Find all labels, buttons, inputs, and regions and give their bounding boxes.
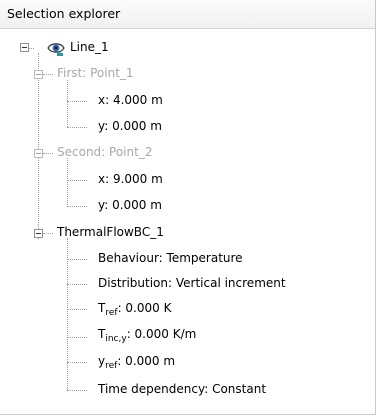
y-ref-value: : 0.000 m [117,354,176,368]
tree-connector [67,180,87,181]
tree-connector [67,309,87,310]
eye-icon[interactable] [47,40,65,56]
tree-connector [67,101,87,102]
tree-connector [67,238,68,390]
t-ref-subscript: ref [105,308,118,318]
tree-item-thermal-flow-bc[interactable]: ThermalFlowBC_1 [57,225,164,239]
tree-item-second-y[interactable]: y: 0.000 m [98,198,162,212]
tree-connector [67,206,87,207]
tree-item-line-1[interactable]: Line_1 [70,40,109,54]
tree-connector [67,158,68,205]
tree-connector [67,362,87,363]
tree-connector [38,53,39,239]
tree-item-y-ref[interactable]: yref: 0.000 m [98,354,175,371]
tree-connector [67,127,87,128]
collapse-toggle-second-point[interactable] [34,149,43,158]
panel-title: Selection explorer [7,6,121,21]
t-inc-subscript: inc,y [105,334,127,344]
tree-item-distribution[interactable]: Distribution: Vertical increment [98,276,286,290]
t-inc-value: : 0.000 K/m [126,327,197,341]
collapse-toggle-thermal-flow-bc[interactable] [34,229,43,238]
tree-connector [67,259,87,260]
collapse-toggle-line-1[interactable] [20,43,29,52]
tree-item-first-x[interactable]: x: 4.000 m [98,93,163,107]
tree-connector [67,80,68,127]
tree-connector [43,153,53,154]
tree-item-t-ref[interactable]: Tref: 0.000 K [98,301,171,318]
panel-header: Selection explorer [0,0,376,29]
tree-connector [43,233,53,234]
tree-item-second-point[interactable]: Second: Point_2 [57,145,152,159]
tree-item-first-y[interactable]: y: 0.000 m [98,119,162,133]
tree-connector [67,284,87,285]
tree-item-t-inc-y[interactable]: Tinc,y: 0.000 K/m [98,327,196,344]
tree-connector [67,337,87,338]
tree-item-first-point[interactable]: First: Point_1 [57,66,134,80]
tree-item-time-dependency[interactable]: Time dependency: Constant [98,382,266,396]
collapse-toggle-first-point[interactable] [34,70,43,79]
tree-item-second-x[interactable]: x: 9.000 m [98,172,163,186]
tree-item-behaviour[interactable]: Behaviour: Temperature [98,251,243,265]
y-ref-subscript: ref [105,361,118,371]
tree-connector [43,74,53,75]
t-ref-value: : 0.000 K [117,301,172,315]
tree-connector [67,390,87,391]
selection-explorer-panel: Selection explorer Line_1 First: Point_1… [0,0,376,415]
